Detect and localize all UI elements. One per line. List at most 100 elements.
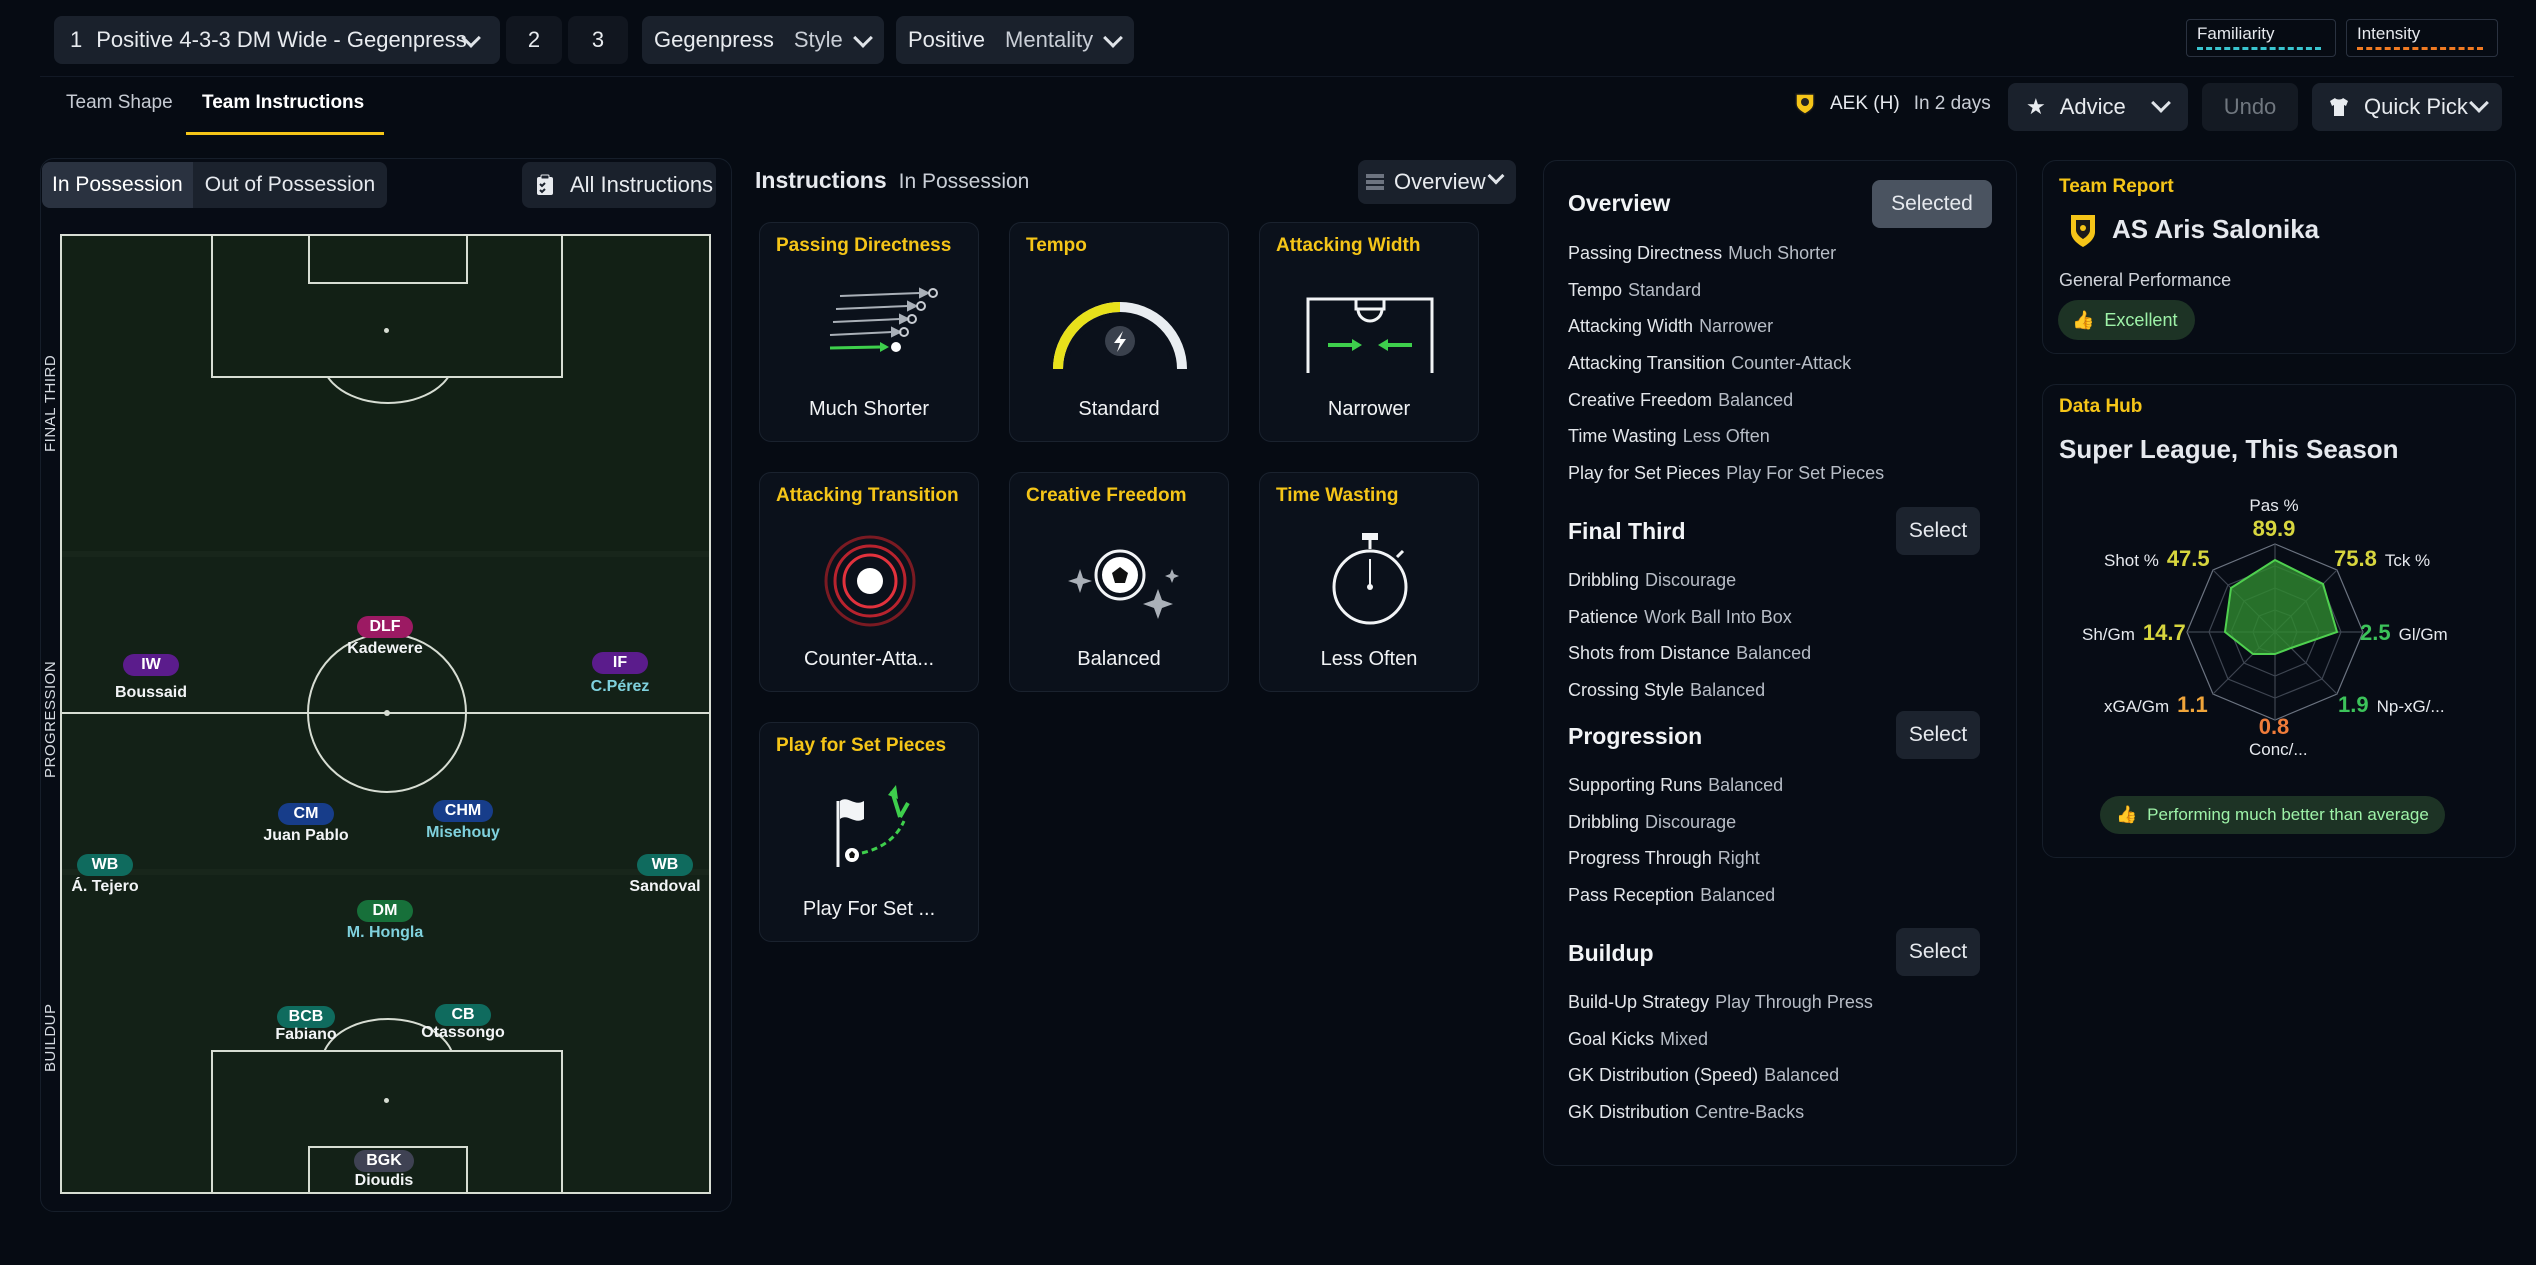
row-key: Dribbling	[1568, 812, 1640, 832]
out-of-possession-toggle[interactable]: Out of Possession	[193, 162, 387, 208]
chevron-down-icon	[1487, 167, 1505, 185]
tactic-name: Positive 4-3-3 DM Wide - Gegenpress	[96, 27, 467, 52]
row-value: Centre-Backs	[1695, 1102, 1805, 1122]
advice-label: Advice	[2059, 94, 2126, 119]
card-attacking-transition[interactable]: Attacking Transition Counter-Atta...	[759, 472, 979, 692]
card-value: Less Often	[1320, 648, 1418, 670]
player-if[interactable]: IF C.Pérez	[550, 652, 690, 696]
player-iw[interactable]: IW Boussaid	[81, 654, 221, 702]
player-wb-left[interactable]: WB Á. Tejero	[35, 854, 175, 896]
stat-label: Gl/Gm	[2398, 625, 2448, 644]
row-key: Dribbling	[1568, 570, 1640, 590]
quick-pick-button[interactable]: Quick Pick	[2312, 83, 2502, 131]
tactic-slot-2-button[interactable]: 2	[506, 16, 562, 64]
card-value: Much Shorter	[808, 398, 930, 420]
undo-button[interactable]: Undo	[2202, 83, 2298, 131]
card-title: Attacking Transition	[776, 485, 959, 506]
radar-stat-conc: 0.8 Conc/...	[2249, 714, 2308, 760]
tactic-selector[interactable]: 1 Positive 4-3-3 DM Wide - Gegenpress	[54, 16, 500, 64]
player-bgk[interactable]: BGK Dioudis	[314, 1150, 454, 1190]
row-value: Discourage	[1645, 570, 1737, 590]
attacking-width-icon	[1306, 297, 1434, 373]
all-instructions-button[interactable]: All Instructions	[522, 162, 716, 208]
row-key: Passing Directness	[1568, 243, 1723, 263]
intensity-meter[interactable]: Intensity	[2346, 19, 2498, 57]
stat-value: 2.5	[2360, 620, 2391, 645]
player-dlf[interactable]: DLF Kadewere	[315, 616, 455, 658]
player-name: Sandoval	[629, 878, 701, 895]
card-title: Creative Freedom	[1026, 485, 1187, 506]
goal-area-top	[308, 236, 468, 284]
tactic-slot-1: 1	[70, 27, 83, 52]
stat-value: 1.9	[2338, 692, 2369, 717]
view-label: Overview	[1394, 169, 1486, 194]
radar-stat-glgm: 2.5 Gl/Gm	[2360, 620, 2448, 646]
player-cb[interactable]: CB Otassongo	[393, 1004, 533, 1042]
row-value: Much Shorter	[1728, 243, 1837, 263]
position-badge: IW	[123, 654, 179, 676]
player-wb-right[interactable]: WB Sandoval	[595, 854, 735, 896]
tactic-slot-3-button[interactable]: 3	[568, 16, 628, 64]
header-divider	[40, 76, 2514, 77]
chevron-down-icon	[1103, 28, 1123, 48]
card-attacking-width[interactable]: Attacking Width Narrower	[1259, 222, 1479, 442]
row-value: Counter-Attack	[1731, 353, 1852, 373]
overview-title: Overview	[1568, 190, 1671, 216]
radar-area	[2223, 558, 2339, 655]
card-value: Play For Set ...	[802, 898, 936, 920]
tab-team-shape[interactable]: Team Shape	[66, 92, 173, 114]
player-bcb[interactable]: BCB Fabiano	[236, 1006, 376, 1044]
stopwatch-icon	[1332, 533, 1408, 625]
mentality-dropdown[interactable]: Positive Mentality	[896, 16, 1134, 64]
data-hub-label: Data Hub	[2059, 396, 2143, 417]
position-badge: BGK	[354, 1150, 414, 1172]
tab-team-instructions[interactable]: Team Instructions	[202, 92, 364, 114]
buildup-row: Goal Kicks Mixed	[1568, 1029, 1708, 1050]
stat-value: 89.9	[2252, 516, 2296, 541]
stat-label: Pas %	[2249, 496, 2299, 515]
row-key: Attacking Transition	[1568, 353, 1726, 373]
familiarity-meter[interactable]: Familiarity	[2186, 19, 2336, 57]
position-badge: CM	[278, 803, 334, 825]
player-chm[interactable]: CHM Misehouy	[393, 800, 533, 842]
overview-row: Tempo Standard	[1568, 280, 1701, 301]
intensity-bar	[2357, 47, 2483, 50]
advice-button[interactable]: ★ Advice	[2008, 83, 2188, 131]
position-badge: DM	[357, 900, 413, 922]
in-possession-toggle[interactable]: In Possession	[42, 162, 193, 208]
pitch-zone-divider	[62, 551, 709, 557]
row-value: Less Often	[1682, 426, 1770, 446]
view-dropdown[interactable]: Overview	[1358, 160, 1516, 204]
final-third-select-button[interactable]: Select	[1896, 507, 1980, 555]
chevron-down-icon	[2151, 93, 2171, 113]
style-dropdown[interactable]: Gegenpress Style	[642, 16, 884, 64]
position-badge: WB	[637, 854, 693, 876]
overview-selected-button[interactable]: Selected	[1872, 180, 1992, 228]
card-passing-directness[interactable]: Passing Directness Much Shorter	[759, 222, 979, 442]
familiarity-label: Familiarity	[2197, 24, 2275, 43]
row-value: Balanced	[1718, 390, 1794, 410]
corner-flag-icon	[836, 785, 910, 867]
performance-badge: 👍 Excellent	[2058, 300, 2196, 340]
row-value: Narrower	[1699, 316, 1774, 336]
card-creative-freedom[interactable]: Creative Freedom Balanced	[1009, 472, 1229, 692]
row-value: Work Ball Into Box	[1644, 607, 1792, 627]
card-tempo[interactable]: Tempo Standard	[1009, 222, 1229, 442]
card-value: Counter-Atta...	[803, 648, 935, 670]
overview-row: Creative Freedom Balanced	[1568, 390, 1793, 411]
player-name: Kadewere	[347, 640, 423, 657]
radar-stat-npxg: 1.9 Np-xG/...	[2338, 692, 2445, 718]
card-title: Time Wasting	[1276, 485, 1399, 506]
stat-label: Np-xG/...	[2376, 697, 2445, 716]
card-time-wasting[interactable]: Time Wasting Less Often	[1259, 472, 1479, 692]
progression-title: Progression	[1568, 723, 1703, 749]
buildup-title: Buildup	[1568, 940, 1654, 966]
player-cm[interactable]: CM Juan Pablo	[236, 803, 376, 845]
progression-select-button[interactable]: Select	[1896, 711, 1980, 759]
performance-summary-badge: 👍 Performing much better than average	[2100, 796, 2445, 834]
player-dm[interactable]: DM M. Hongla	[315, 900, 455, 942]
buildup-row: GK Distribution (Speed) Balanced	[1568, 1065, 1839, 1086]
next-opponent: AEK (H)	[1830, 93, 1900, 114]
card-play-for-set-pieces[interactable]: Play for Set Pieces Play For Set ...	[759, 722, 979, 942]
buildup-select-button[interactable]: Select	[1896, 928, 1980, 976]
